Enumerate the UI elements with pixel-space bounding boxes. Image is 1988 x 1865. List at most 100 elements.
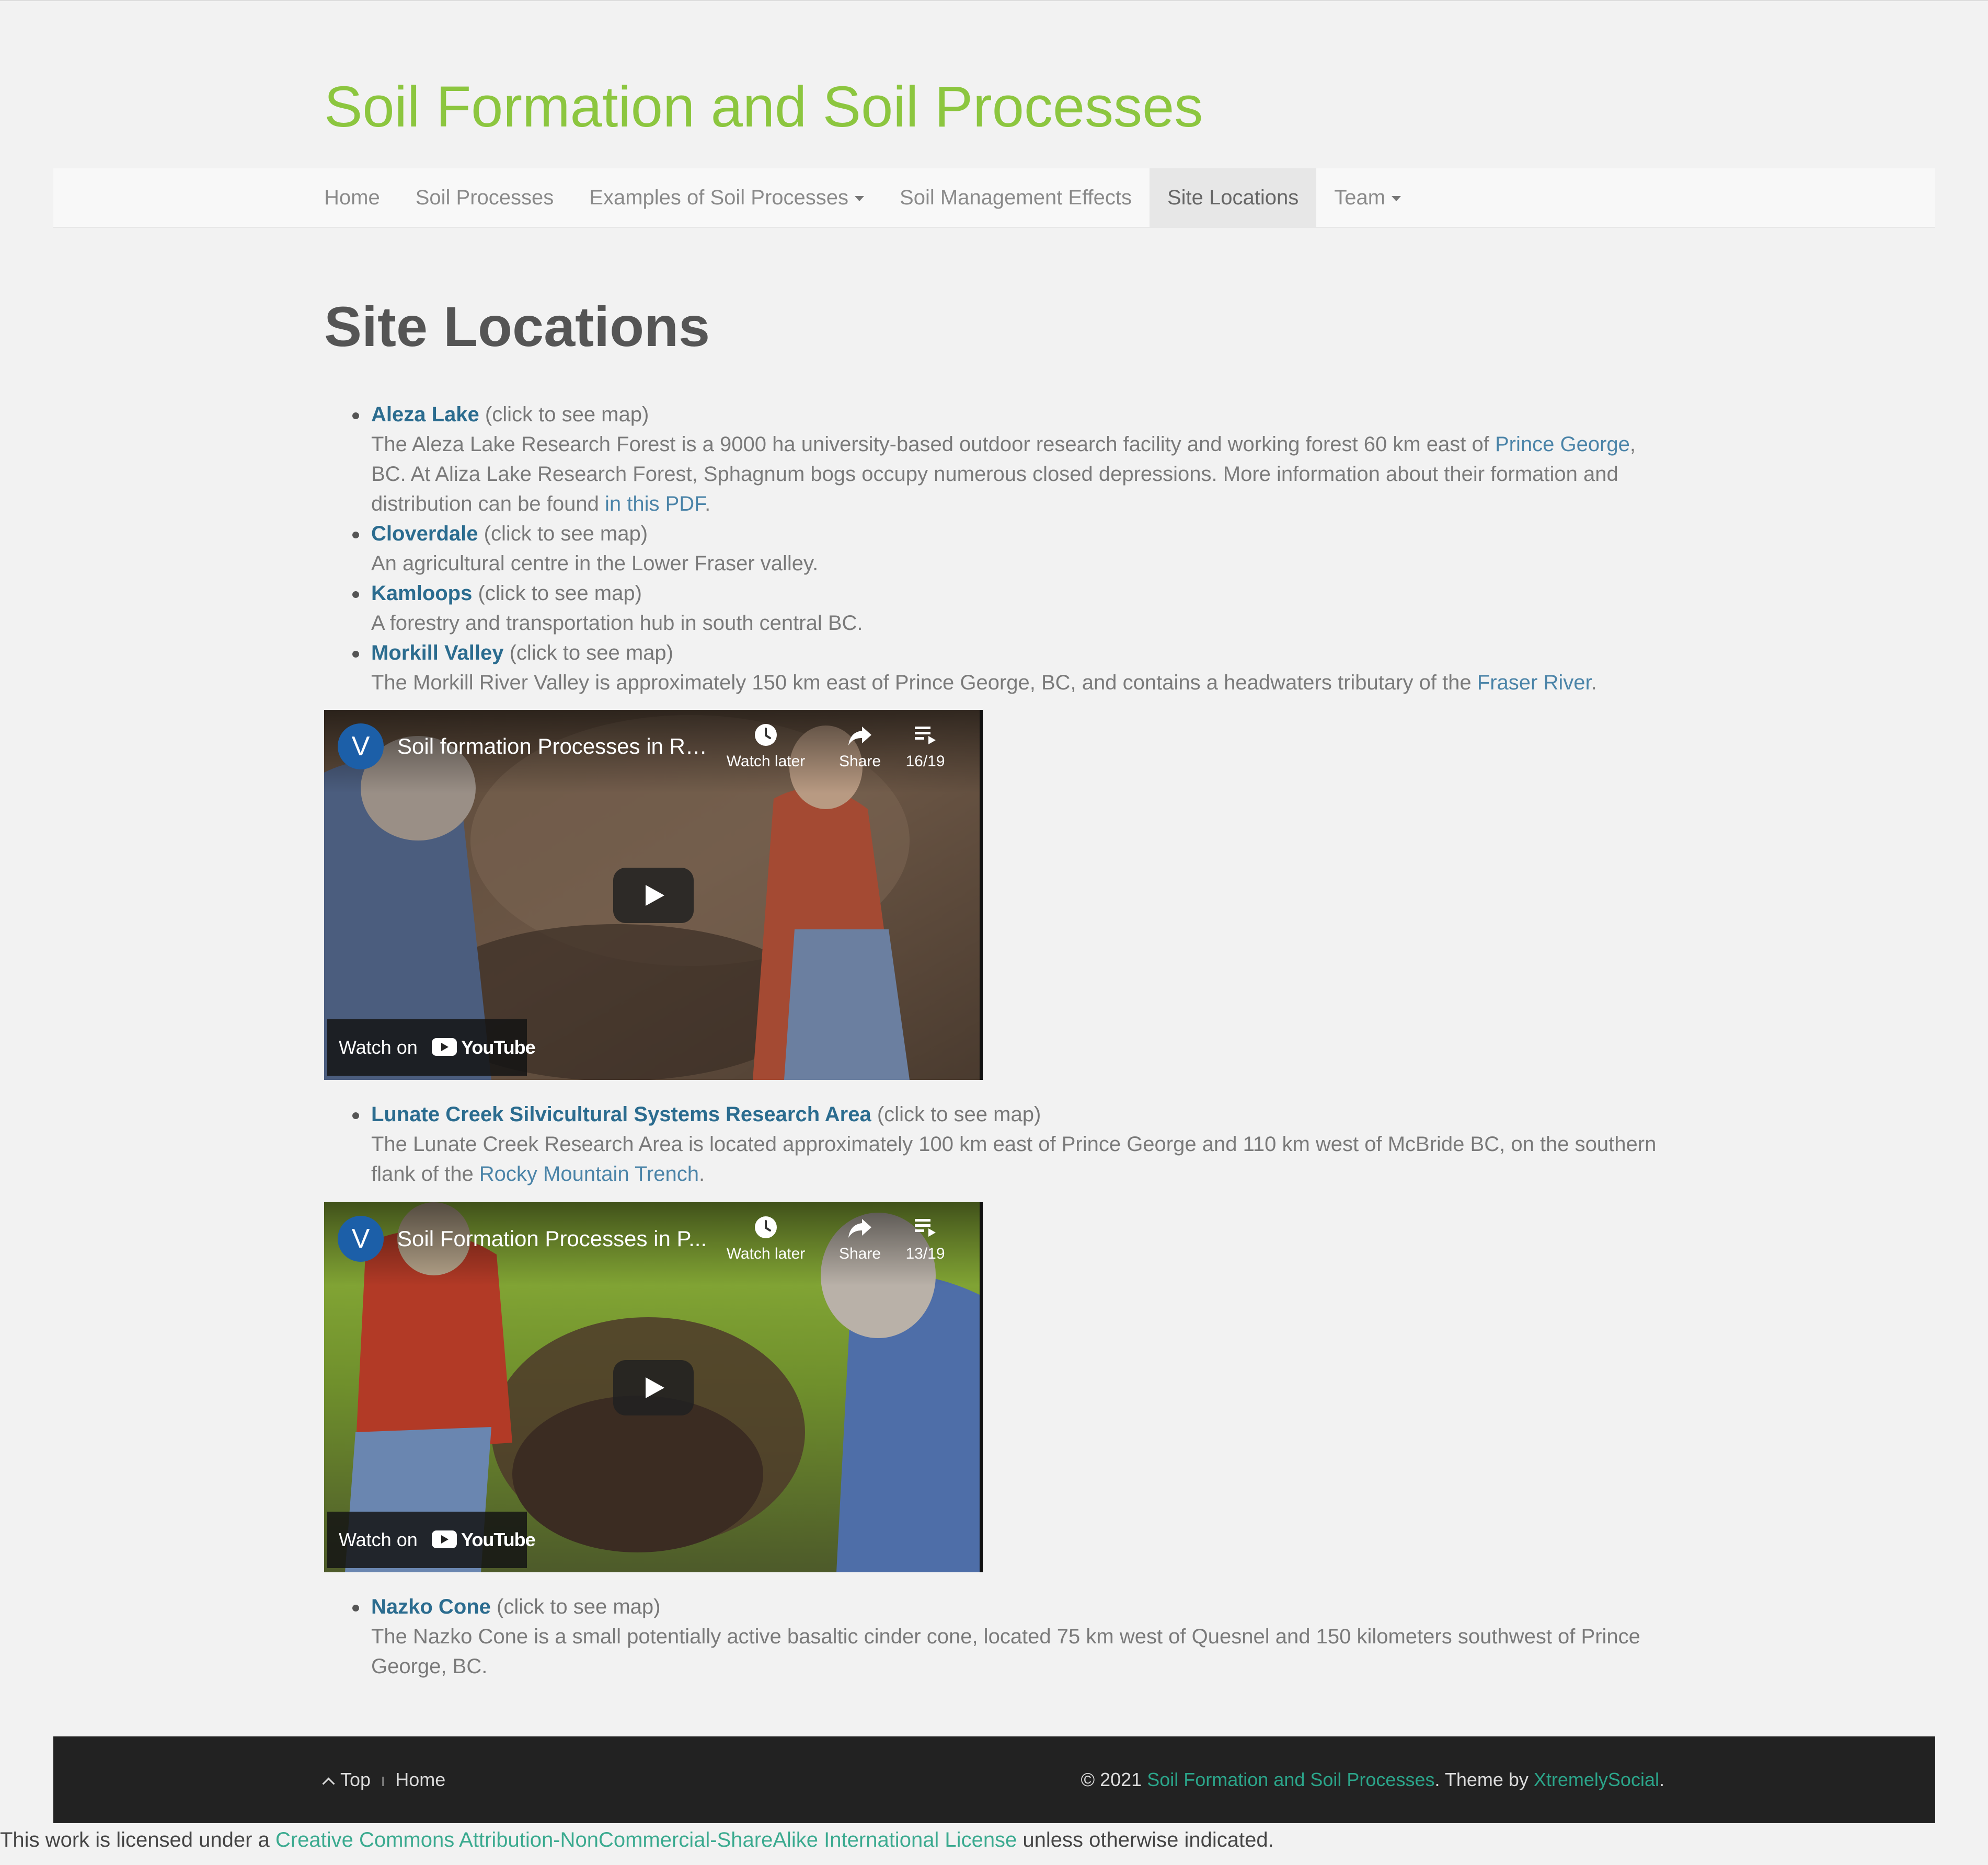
bullet-icon xyxy=(352,651,359,658)
site-list-section-3: Nazko Cone (click to see map) The Nazko … xyxy=(324,1592,1662,1682)
site-description: The Aleza Lake Research Forest is a 9000… xyxy=(371,433,1495,456)
list-item-cloverdale: Cloverdale (click to see map) An agricul… xyxy=(324,519,1662,579)
playlist-button[interactable]: 16/19 xyxy=(889,722,962,770)
youtube-play-glyph xyxy=(441,1043,449,1051)
site-description: The Nazko Cone is a small potentially ac… xyxy=(371,1625,1640,1678)
share-arrow-icon xyxy=(848,1219,871,1238)
watch-on-youtube-button[interactable]: Watch on YouTube xyxy=(327,1019,536,1076)
nav-menu: Home Soil Processes Examples of Soil Pro… xyxy=(324,168,1419,227)
clock-icon xyxy=(755,1216,777,1238)
nav-examples-label: Examples of Soil Processes xyxy=(589,186,849,209)
prince-george-link[interactable]: Prince George xyxy=(1495,433,1630,456)
playlist-button[interactable]: 13/19 xyxy=(889,1215,962,1263)
list-item-aleza-lake: Aleza Lake (click to see map) The Aleza … xyxy=(324,400,1662,519)
site-link-cloverdale[interactable]: Cloverdale xyxy=(371,522,478,545)
license-notice: This work is licensed under a Creative C… xyxy=(0,1824,1274,1856)
caret-down-icon xyxy=(855,196,865,202)
video-title[interactable]: Soil Formation Processes in P... xyxy=(397,1223,711,1254)
footer-period: . xyxy=(1659,1769,1664,1790)
site-description: The Morkill River Valley is approximatel… xyxy=(371,671,1477,694)
share-label: Share xyxy=(838,1245,881,1262)
channel-avatar[interactable]: V xyxy=(338,1216,384,1262)
list-item-morkill-valley: Morkill Valley (click to see map) The Mo… xyxy=(324,638,1662,698)
site-description: . xyxy=(705,492,711,515)
footer-site-link[interactable]: Soil Formation and Soil Processes xyxy=(1147,1769,1434,1790)
site-list: Nazko Cone (click to see map) The Nazko … xyxy=(324,1592,1662,1682)
playlist-position: 16/19 xyxy=(905,753,945,770)
nav-home[interactable]: Home xyxy=(324,168,398,227)
back-to-top-link[interactable]: Top xyxy=(340,1769,371,1790)
bullet-icon xyxy=(352,412,359,419)
license-suffix: unless otherwise indicated. xyxy=(1017,1828,1274,1851)
list-item-lunate-creek: Lunate Creek Silvicultural Systems Resea… xyxy=(324,1100,1662,1189)
bullet-icon xyxy=(352,532,359,538)
video-edge xyxy=(980,710,983,1080)
site-link-lunate-creek[interactable]: Lunate Creek Silvicultural Systems Resea… xyxy=(371,1103,871,1126)
share-arrow-icon xyxy=(848,727,871,745)
nav-examples-dropdown[interactable]: Examples of Soil Processes xyxy=(571,168,882,227)
theme-author-link[interactable]: XtremelySocial xyxy=(1534,1769,1659,1790)
watch-later-button[interactable]: Watch later xyxy=(724,722,808,770)
youtube-wordmark: YouTube xyxy=(461,1037,536,1058)
bullet-icon xyxy=(352,591,359,598)
copyright-text: © 2021 xyxy=(1081,1769,1147,1790)
play-button[interactable] xyxy=(613,868,694,923)
list-item-nazko-cone: Nazko Cone (click to see map) The Nazko … xyxy=(324,1592,1662,1682)
youtube-logo-icon xyxy=(432,1038,457,1056)
site-description: . xyxy=(699,1162,705,1185)
channel-avatar[interactable]: V xyxy=(338,723,384,769)
site-link-nazko-cone[interactable]: Nazko Cone xyxy=(371,1595,491,1618)
play-icon xyxy=(646,885,664,906)
main-navbar: Home Soil Processes Examples of Soil Pro… xyxy=(53,168,1935,228)
map-hint: (click to see map) xyxy=(503,641,673,664)
share-label: Share xyxy=(838,753,881,770)
site-link-morkill-valley[interactable]: Morkill Valley xyxy=(371,641,503,664)
license-prefix: This work is licensed under a xyxy=(0,1828,275,1851)
site-list-section-2: Lunate Creek Silvicultural Systems Resea… xyxy=(324,1100,1662,1189)
clock-icon xyxy=(755,724,777,746)
play-button[interactable] xyxy=(613,1360,694,1415)
footer-credits: © 2021 Soil Formation and Soil Processes… xyxy=(1081,1736,1664,1823)
license-link[interactable]: Creative Commons Attribution-NonCommerci… xyxy=(275,1828,1017,1851)
list-item-kamloops: Kamloops (click to see map) A forestry a… xyxy=(324,579,1662,638)
watch-on-label: Watch on xyxy=(339,1037,418,1058)
map-hint: (click to see map) xyxy=(490,1595,661,1618)
top-border xyxy=(0,0,1988,1)
site-list: Lunate Creek Silvicultural Systems Resea… xyxy=(324,1100,1662,1189)
map-hint: (click to see map) xyxy=(479,403,649,426)
watch-on-youtube-button[interactable]: Watch on YouTube xyxy=(327,1512,536,1568)
nav-team-label: Team xyxy=(1334,186,1386,209)
caret-down-icon xyxy=(1392,196,1401,202)
site-footer: Top I Home © 2021 Soil Formation and Soil … xyxy=(53,1736,1935,1823)
site-title[interactable]: Soil Formation and Soil Processes xyxy=(324,71,1203,144)
nav-team-dropdown[interactable]: Team xyxy=(1316,168,1419,227)
video-title[interactable]: Soil formation Processes in Re... xyxy=(397,731,711,762)
watch-later-label: Watch later xyxy=(726,753,806,770)
footer-nav: Top I Home xyxy=(322,1736,445,1823)
playlist-position: 13/19 xyxy=(905,1245,945,1262)
nav-site-locations[interactable]: Site Locations xyxy=(1149,168,1317,227)
watch-later-button[interactable]: Watch later xyxy=(724,1215,808,1263)
page-title: Site Locations xyxy=(324,295,710,358)
map-hint: (click to see map) xyxy=(478,522,648,545)
playlist-icon xyxy=(915,727,936,744)
nav-soil-management[interactable]: Soil Management Effects xyxy=(882,168,1150,227)
site-link-aleza-lake[interactable]: Aleza Lake xyxy=(371,403,479,426)
site-link-kamloops[interactable]: Kamloops xyxy=(371,582,472,605)
site-description: An agricultural centre in the Lower Fras… xyxy=(371,552,819,575)
footer-separator: I xyxy=(381,1774,385,1789)
site-description: . xyxy=(1591,671,1597,694)
video-edge xyxy=(980,1202,983,1572)
watch-on-label: Watch on xyxy=(339,1529,418,1550)
map-hint: (click to see map) xyxy=(472,582,642,605)
footer-home-link[interactable]: Home xyxy=(395,1769,445,1790)
site-description: A forestry and transportation hub in sou… xyxy=(371,612,863,635)
rocky-mountain-trench-link[interactable]: Rocky Mountain Trench xyxy=(479,1162,699,1185)
bullet-icon xyxy=(352,1112,359,1119)
fraser-river-link[interactable]: Fraser River xyxy=(1477,671,1591,694)
pdf-link[interactable]: in this PDF xyxy=(605,492,705,515)
map-hint: (click to see map) xyxy=(871,1103,1041,1126)
youtube-embed-2[interactable]: V Soil Formation Processes in P... Watch… xyxy=(324,1202,983,1572)
nav-soil-processes[interactable]: Soil Processes xyxy=(398,168,572,227)
youtube-embed-1[interactable]: V Soil formation Processes in Re... Watc… xyxy=(324,710,983,1080)
